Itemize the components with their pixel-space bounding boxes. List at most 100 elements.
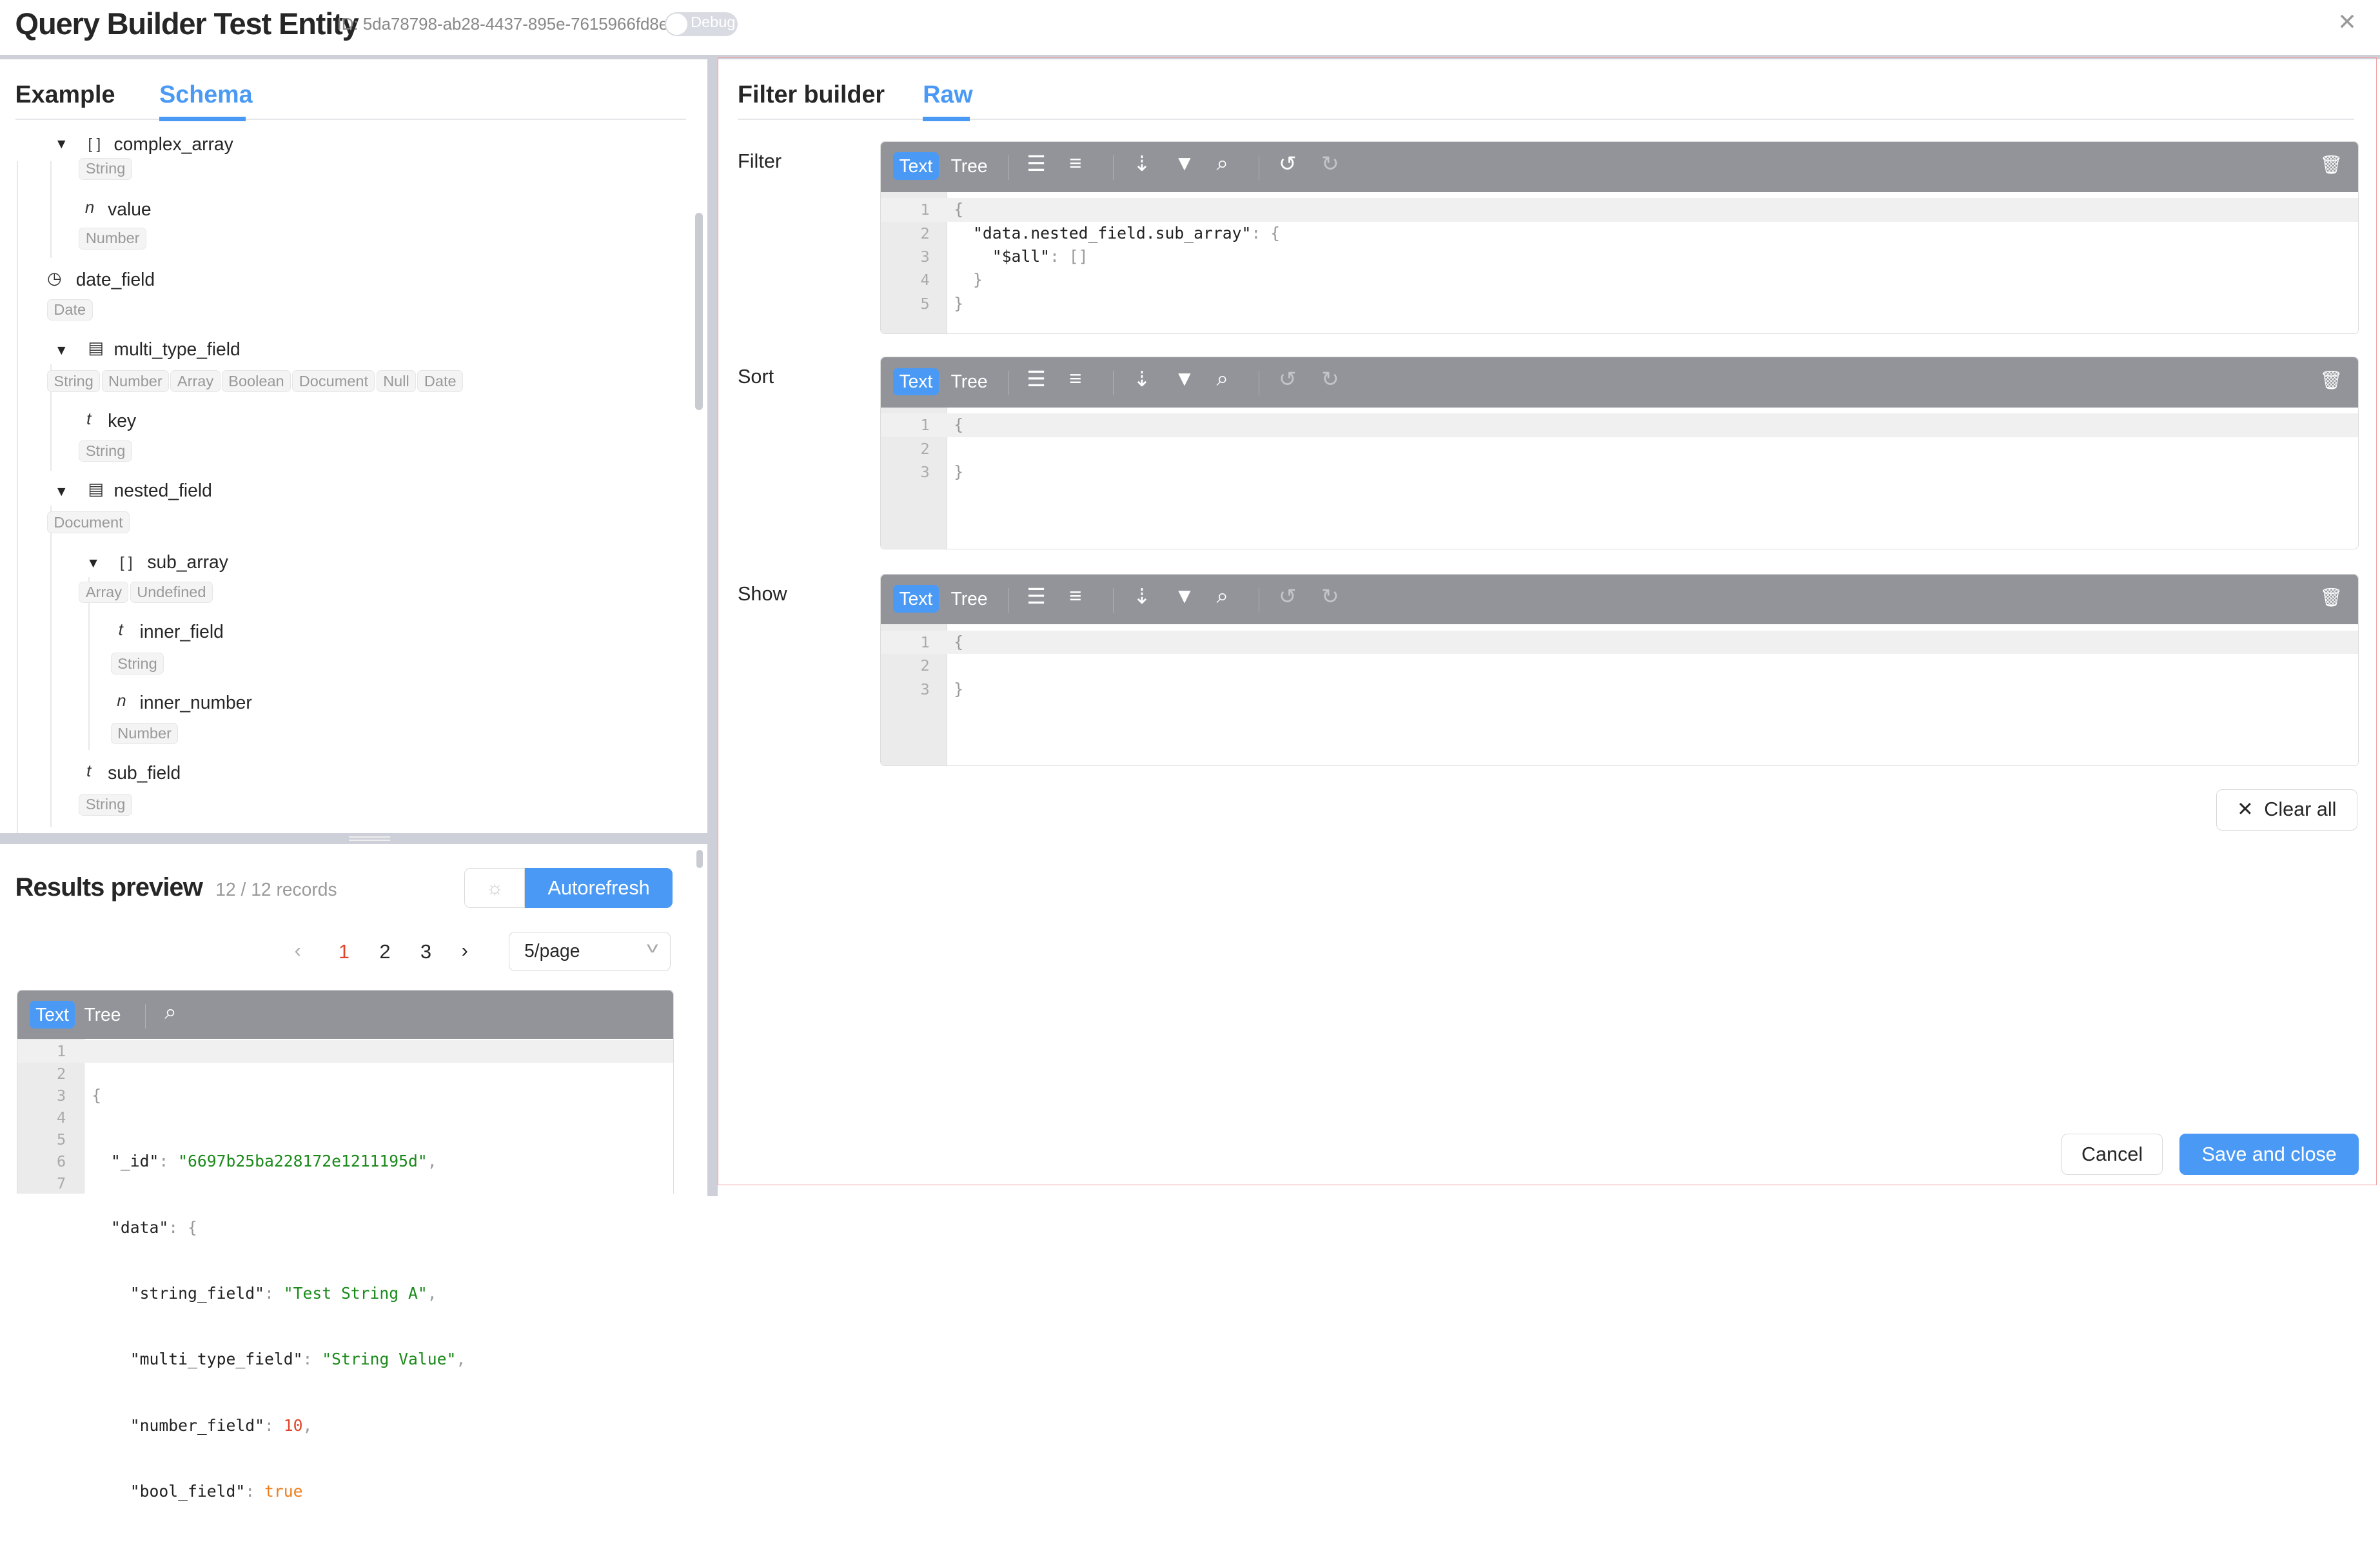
text-mode-button[interactable]: Text (893, 152, 939, 180)
compact-icon[interactable]: ≡ (1069, 366, 1081, 391)
tree-item-label[interactable]: date_field (76, 269, 155, 290)
array-icon: [ ] (119, 554, 133, 571)
results-code[interactable]: { "_id": "6697b25ba228172e1211195d", "da… (92, 1040, 466, 1546)
type-tag: String (79, 794, 132, 816)
type-tag: Null (376, 370, 417, 393)
compact-icon[interactable]: ≡ (1069, 584, 1081, 608)
active-tab-indicator (923, 117, 970, 122)
caret-down-icon[interactable]: ▼ (55, 343, 68, 359)
text-mode-button[interactable]: Text (893, 585, 939, 613)
debug-toggle[interactable]: Debug (665, 12, 738, 37)
tree-guide (16, 161, 19, 835)
undo-icon[interactable]: ↺ (1279, 151, 1297, 176)
text-type-icon: t (118, 620, 123, 639)
results-json-editor[interactable]: Text Tree ⌕ 1234567 { "_id": "6697b25ba2… (16, 989, 674, 1501)
tree-item-label[interactable]: complex_array (114, 133, 233, 155)
sort-json-editor[interactable]: Text Tree ☰ ≡ ⇣ ▼ ⌕ ↺ ↻ 🗑 1 2 3 { } (880, 357, 2359, 549)
tab-filter-builder[interactable]: Filter builder (738, 81, 885, 108)
clear-all-button[interactable]: ✕ Clear all (2216, 789, 2357, 831)
tree-item-label[interactable]: value (108, 199, 152, 220)
sort-code[interactable]: { } (954, 413, 963, 484)
search-icon[interactable]: ⌕ (1217, 366, 1228, 391)
page-1[interactable]: 1 (339, 941, 349, 963)
cancel-button[interactable]: Cancel (2061, 1134, 2163, 1175)
compact-icon[interactable]: ≡ (1069, 151, 1081, 175)
page-2[interactable]: 2 (380, 941, 391, 963)
tree-item-label[interactable]: multi_type_field (114, 339, 241, 360)
search-icon[interactable]: ⌕ (1217, 151, 1228, 176)
trash-icon[interactable]: 🗑 (2319, 587, 2343, 608)
tree-item-label[interactable]: sub_array (147, 551, 228, 573)
vertical-splitter[interactable] (707, 54, 718, 1196)
close-icon[interactable]: ✕ (2337, 9, 2357, 35)
tree-mode-button[interactable]: Tree (945, 585, 994, 612)
schema-scrollbar[interactable] (695, 212, 703, 410)
filter-json-editor[interactable]: Text Tree ☰ ≡ ⇣ ▼ ⌕ ↺ ↻ 🗑 1 2 3 4 5 { "data.nested_fiel… (880, 141, 2359, 334)
line-numbers: 123 (920, 633, 930, 698)
tab-example[interactable]: Example (15, 81, 115, 108)
next-page-icon[interactable]: › (462, 940, 468, 962)
format-icon[interactable]: ☰ (1027, 584, 1046, 609)
results-scrollbar[interactable] (696, 850, 703, 869)
editor-toolbar: Text Tree ☰ ≡ ⇣ ▼ ⌕ ↺ ↻ 🗑 (881, 357, 2358, 408)
filter-icon[interactable]: ▼ (1174, 151, 1195, 175)
line-numbers: 1234567 (57, 1042, 66, 1193)
refresh-spinner-button[interactable]: ☼ (464, 868, 526, 908)
tabs-underline (15, 118, 686, 120)
search-icon[interactable]: ⌕ (1217, 584, 1228, 609)
show-code[interactable]: { } (954, 631, 963, 701)
tree-mode-button[interactable]: Tree (78, 1001, 127, 1028)
redo-icon[interactable]: ↻ (1321, 151, 1339, 176)
text-type-icon: t (86, 409, 92, 428)
type-tag: Document (46, 511, 130, 533)
tab-schema[interactable]: Schema (159, 81, 252, 108)
trash-icon[interactable]: 🗑 (2319, 154, 2343, 175)
tree-mode-button[interactable]: Tree (945, 368, 994, 395)
redo-icon[interactable]: ↻ (1321, 584, 1339, 609)
tree-mode-button[interactable]: Tree (945, 152, 994, 179)
caret-down-icon[interactable]: ▼ (55, 484, 68, 500)
tab-raw[interactable]: Raw (923, 81, 972, 108)
toolbar-divider (1008, 587, 1010, 613)
tree-item-label[interactable]: key (108, 410, 136, 431)
horizontal-splitter[interactable] (0, 833, 707, 844)
page-title: Query Builder Test Entity (15, 6, 359, 41)
clear-all-label: Clear all (2264, 798, 2337, 821)
table-icon: ▤ (88, 339, 104, 357)
chevron-down-icon: v (647, 938, 658, 956)
filter-code[interactable]: { "data.nested_field.sub_array": { "$all… (954, 198, 1280, 315)
sort-icon[interactable]: ⇣ (1133, 366, 1151, 391)
tree-item-label[interactable]: sub_field (108, 762, 181, 783)
undo-icon[interactable]: ↺ (1279, 584, 1297, 609)
array-icon: [ ] (88, 135, 101, 152)
search-icon[interactable]: ⌕ (164, 1000, 176, 1025)
type-tag: Date (417, 370, 464, 393)
sort-icon[interactable]: ⇣ (1133, 151, 1151, 176)
tree-item-label[interactable]: nested_field (114, 480, 212, 501)
type-tag: String (110, 653, 164, 675)
prev-page-icon[interactable]: ‹ (295, 940, 301, 962)
redo-icon[interactable]: ↻ (1321, 366, 1339, 391)
text-mode-button[interactable]: Text (29, 1001, 75, 1029)
filter-icon[interactable]: ▼ (1174, 366, 1195, 391)
tree-item-label[interactable]: inner_number (140, 692, 252, 713)
filter-icon[interactable]: ▼ (1174, 584, 1195, 608)
show-json-editor[interactable]: Text Tree ☰ ≡ ⇣ ▼ ⌕ ↺ ↻ 🗑 1 2 3 { } (880, 573, 2359, 767)
trash-icon[interactable]: 🗑 (2319, 370, 2343, 391)
toolbar-divider (1113, 587, 1114, 613)
text-mode-button[interactable]: Text (893, 368, 939, 396)
format-icon[interactable]: ☰ (1027, 366, 1046, 391)
type-tag: String (46, 370, 101, 393)
type-tag: String (79, 440, 132, 462)
save-and-close-button[interactable]: Save and close (2179, 1134, 2359, 1175)
page-size-select[interactable]: 5/page v (508, 932, 671, 972)
caret-down-icon[interactable]: ▼ (86, 556, 100, 571)
autorefresh-button[interactable]: Autorefresh (525, 868, 673, 908)
tree-item-label[interactable]: inner_field (140, 621, 224, 642)
page-3[interactable]: 3 (420, 941, 431, 963)
caret-down-icon[interactable]: ▼ (55, 137, 68, 152)
undo-icon[interactable]: ↺ (1279, 366, 1297, 391)
active-line (881, 630, 2358, 655)
format-icon[interactable]: ☰ (1027, 151, 1046, 176)
sort-icon[interactable]: ⇣ (1133, 584, 1151, 609)
